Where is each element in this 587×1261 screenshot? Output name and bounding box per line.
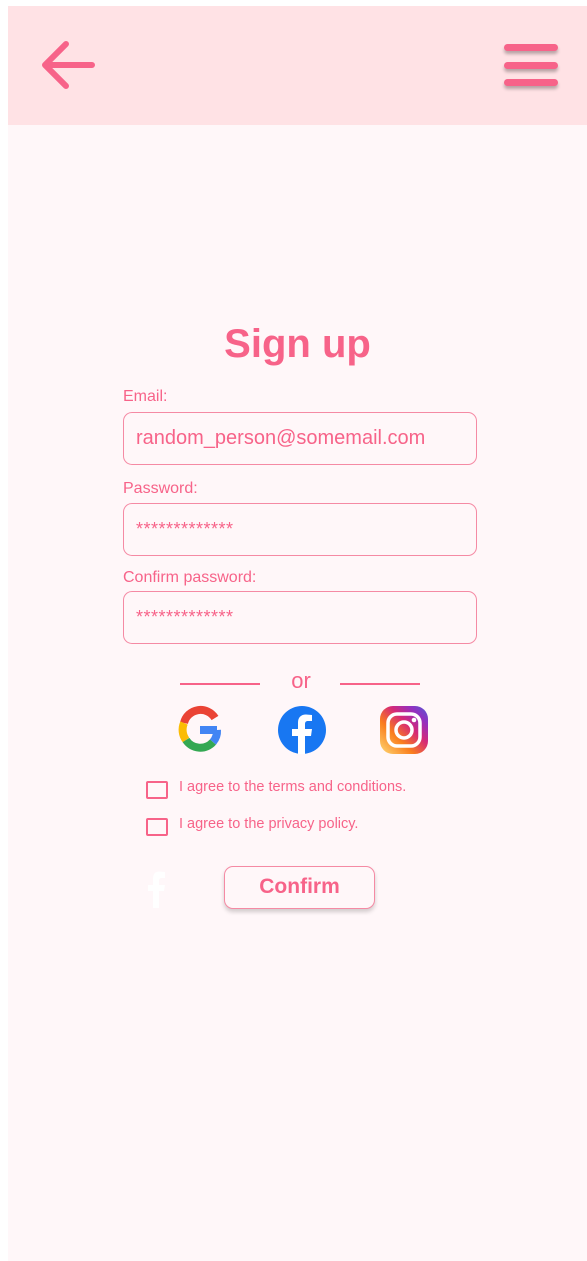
terms-label: I agree to the terms and conditions. [179,779,407,795]
google-button[interactable] [175,705,225,755]
instagram-button[interactable] [379,705,429,755]
email-label: Email: [123,388,168,405]
back-button[interactable] [34,34,100,94]
confirm-button[interactable]: Confirm [224,866,375,909]
page-title: Sign up [224,322,371,366]
confirm-password-field[interactable] [123,591,477,644]
facebook-button[interactable] [277,705,327,755]
privacy-checkbox[interactable] [146,818,168,836]
instagram-icon [380,706,428,754]
menu-button[interactable] [500,42,560,92]
arrow-left-icon [42,41,95,89]
terms-checkbox[interactable] [146,781,168,799]
privacy-label: I agree to the privacy policy. [179,816,359,832]
google-icon [178,705,221,752]
top-bar [8,6,587,125]
password-label: Password: [123,480,198,497]
password-field[interactable] [123,503,477,556]
email-field[interactable] [123,412,477,465]
signup-screen: Sign up Email: Password: Confirm passwor… [8,6,587,1261]
facebook-icon [278,706,326,754]
divider-left [180,683,260,685]
or-separator: or [291,668,311,693]
confirm-password-label: Confirm password: [123,569,257,586]
divider-right [340,683,420,685]
faint-facebook-icon [148,871,165,908]
